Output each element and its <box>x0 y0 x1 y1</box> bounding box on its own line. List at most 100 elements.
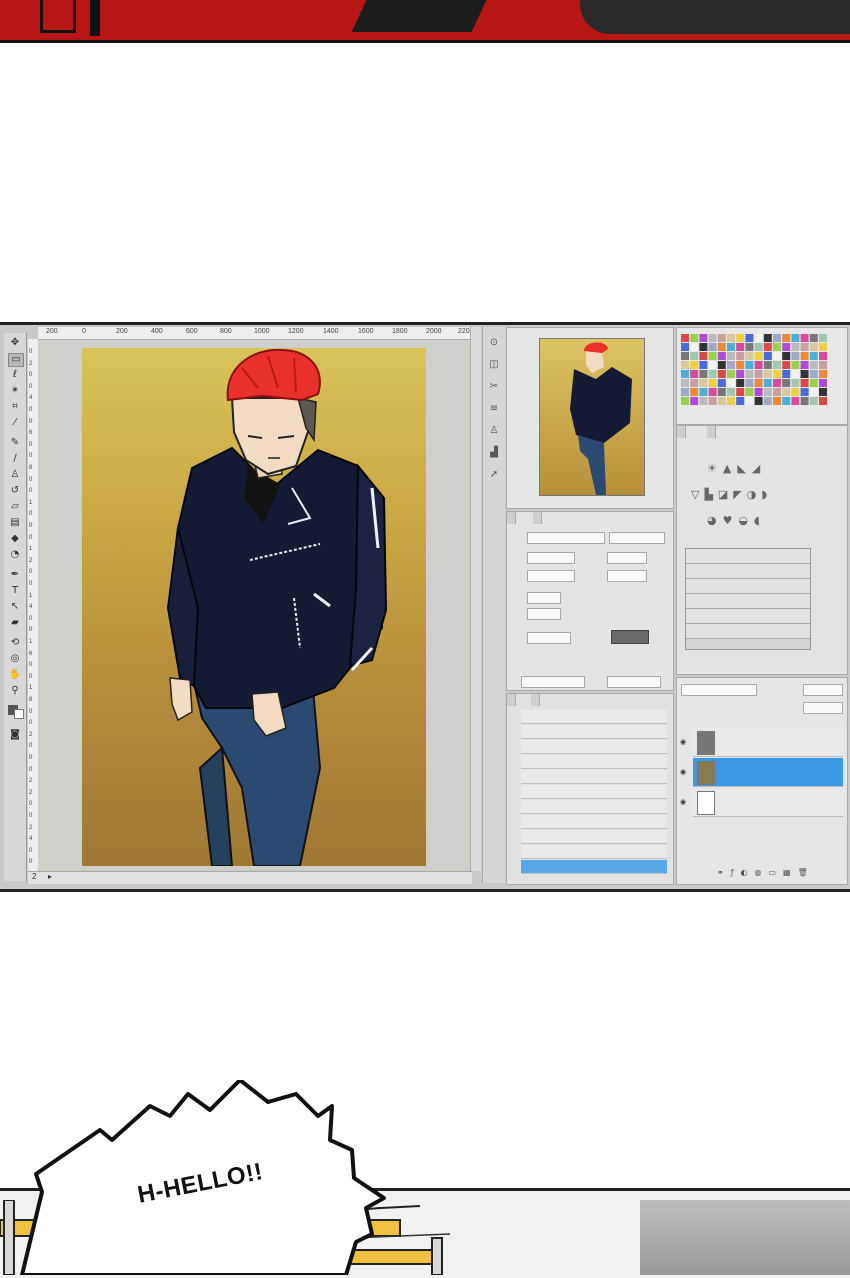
layer-row[interactable]: ◉ <box>680 788 843 817</box>
horizontal-scale-field[interactable] <box>527 632 571 644</box>
list-item[interactable] <box>521 710 667 724</box>
eye-icon[interactable]: ◉ <box>680 798 686 806</box>
ruler-label: 0 <box>29 662 33 669</box>
eyedropper-icon[interactable]: ⁄ <box>8 417 22 429</box>
layer-actions-bar[interactable]: ⚭ƒ◐◍▭▦🗑 <box>717 868 827 878</box>
list-item[interactable] <box>521 845 667 859</box>
swatch-cell <box>736 352 745 360</box>
eye-icon[interactable]: ◉ <box>680 738 686 746</box>
tab-character[interactable] <box>507 512 516 524</box>
history-brush-icon[interactable]: ↺ <box>8 485 22 497</box>
tools-preset-icon[interactable]: ✂ <box>487 381 501 393</box>
layer-row[interactable]: ◉ <box>680 728 843 757</box>
ruler-label: 1 <box>29 499 33 506</box>
status-arrow-icon[interactable]: ▸ <box>48 872 52 881</box>
presets-list[interactable] <box>685 548 811 650</box>
swatch-cell <box>782 397 791 405</box>
swatch-cell <box>809 361 818 369</box>
swatch-cell <box>791 370 800 378</box>
leading-field[interactable] <box>607 552 647 564</box>
list-item[interactable] <box>521 725 667 739</box>
magic-wand-icon[interactable]: ✶ <box>8 385 22 397</box>
font-family-field[interactable] <box>527 532 605 544</box>
tab-masks[interactable] <box>707 426 716 438</box>
hand-tool-icon[interactable]: ✋ <box>8 669 22 681</box>
list-item[interactable] <box>521 815 667 829</box>
3d-rotate-icon[interactable]: ⟲ <box>8 637 22 649</box>
baseline-field[interactable] <box>527 608 561 620</box>
gradient-icon[interactable]: ▤ <box>8 517 22 529</box>
list-item[interactable] <box>521 830 667 844</box>
actions-panel-icon[interactable]: ◫ <box>487 359 501 371</box>
chair-leg-shape <box>90 0 100 36</box>
tracking-field[interactable] <box>607 570 647 582</box>
blend-mode-select[interactable] <box>681 684 757 696</box>
path-select-icon[interactable]: ↖ <box>8 601 22 613</box>
healing-tool-icon[interactable]: ✎ <box>8 437 22 449</box>
3d-orbit-icon[interactable]: ◎ <box>8 653 22 665</box>
eye-icon[interactable]: ◉ <box>680 768 686 776</box>
list-item[interactable] <box>521 770 667 784</box>
move-tool-icon[interactable]: ✥ <box>8 337 22 349</box>
vertical-scale-field[interactable] <box>527 592 561 604</box>
artwork-canvas[interactable] <box>82 348 426 866</box>
tab-adjustments[interactable] <box>677 426 686 438</box>
adjustment-icons-row-3[interactable]: ◕♥◒◖ <box>707 514 817 528</box>
list-item[interactable] <box>521 800 667 814</box>
ruler-label: 600 <box>186 328 198 335</box>
tab-paragraph[interactable] <box>533 512 542 524</box>
dodge-icon[interactable]: ◔ <box>8 549 22 561</box>
list-item[interactable] <box>521 785 667 799</box>
font-size-field[interactable] <box>527 552 575 564</box>
background-color-swatch[interactable] <box>14 709 24 719</box>
crop-tool-icon[interactable]: ⌗ <box>8 401 22 413</box>
clone-stamp-icon[interactable]: ♙ <box>8 469 22 481</box>
list-item[interactable] <box>521 755 667 769</box>
layer-row-selected[interactable]: ◉ <box>680 758 843 787</box>
text-style-buttons[interactable] <box>527 654 657 664</box>
brush-tool-icon[interactable]: ∕ <box>8 453 22 465</box>
history-panel-icon[interactable]: ⊙ <box>487 337 501 349</box>
pen-tool-icon[interactable]: ✒ <box>8 569 22 581</box>
adjustment-icons-row-2[interactable]: ▽▙◪◤◑◗ <box>691 488 841 502</box>
swatch-grid[interactable] <box>681 334 831 406</box>
quick-mask-icon[interactable]: ◙ <box>8 729 22 741</box>
swatch-cell <box>681 379 689 387</box>
swatch-cell <box>690 361 699 369</box>
swatch-cell <box>819 370 827 378</box>
navigator-thumbnail[interactable] <box>539 338 645 496</box>
fill-field[interactable] <box>803 702 843 714</box>
list-item-selected[interactable] <box>521 860 667 874</box>
antialias-field[interactable] <box>607 676 661 688</box>
type-tool-icon[interactable]: T <box>8 585 22 597</box>
swatch-cell <box>708 343 717 351</box>
tab-layers[interactable] <box>507 694 516 706</box>
opacity-field[interactable] <box>803 684 843 696</box>
vertical-scrollbar[interactable] <box>470 327 481 871</box>
stamp-panel-icon[interactable]: ▟ <box>487 447 501 459</box>
language-field[interactable] <box>521 676 585 688</box>
clone-source-icon[interactable]: ♙ <box>487 425 501 437</box>
photoshop-screen-panel: ✥ ▭ ℓ ✶ ⌗ ⁄ ✎ ∕ ♙ ↺ ▱ ▤ ◆ ◔ ✒ T ↖ ▰ ⟲ ◎ … <box>0 322 850 892</box>
shelf-post <box>431 1237 443 1275</box>
ruler-label: 2 <box>29 360 33 367</box>
adjustment-icons-row-1[interactable]: ☀▲◣◢ <box>707 462 817 476</box>
font-style-field[interactable] <box>609 532 665 544</box>
swatch-cell <box>699 397 708 405</box>
blur-icon[interactable]: ◆ <box>8 533 22 545</box>
kerning-field[interactable] <box>527 570 575 582</box>
text-color-swatch[interactable] <box>611 630 649 644</box>
shape-tool-icon[interactable]: ▰ <box>8 617 22 629</box>
list-item[interactable] <box>521 740 667 754</box>
swatch-cell <box>819 361 827 369</box>
eraser-icon[interactable]: ▱ <box>8 501 22 513</box>
paths-panel-icon[interactable]: ➚ <box>487 469 501 481</box>
zoom-tool-icon[interactable]: ⚲ <box>8 685 22 697</box>
swatch-cell <box>800 388 809 396</box>
ruler-label: 0 <box>29 673 33 680</box>
lasso-tool-icon[interactable]: ℓ <box>8 369 22 381</box>
marquee-tool-icon[interactable]: ▭ <box>8 353 24 367</box>
brushes-panel-icon[interactable]: ≡ <box>487 403 501 415</box>
swatch-cell <box>800 343 809 351</box>
tab-channels[interactable] <box>531 694 540 706</box>
